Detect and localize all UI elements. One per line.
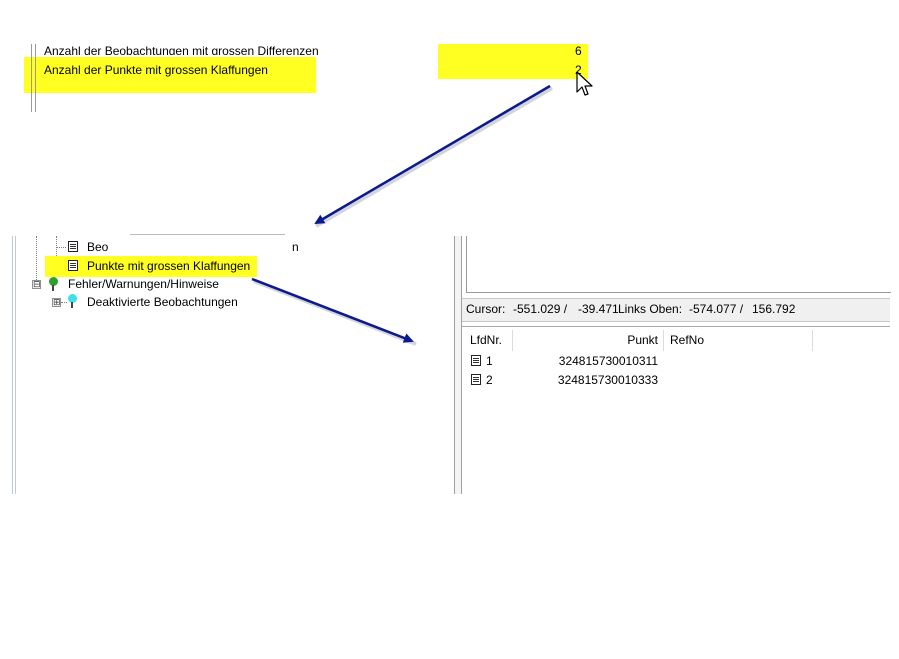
table-cell-punkt[interactable]: 324815730010333 xyxy=(540,373,658,387)
document-list-icon xyxy=(471,374,481,385)
arrow-to-grid xyxy=(251,277,414,343)
green-pin-icon xyxy=(49,277,58,291)
cursor-y-value: -39.471 xyxy=(578,302,619,316)
graphics-view[interactable] xyxy=(466,236,891,293)
tree-connector xyxy=(56,247,66,248)
tree-connector xyxy=(61,302,67,303)
arrow-to-tree xyxy=(314,84,551,225)
column-separator[interactable] xyxy=(512,330,513,351)
links-oben-label: Links Oben: xyxy=(618,302,683,316)
tree-item-label-suffix: n xyxy=(292,240,299,254)
links-oben-y-value: 156.792 xyxy=(752,302,796,316)
arrow-to-tree xyxy=(314,86,554,228)
tree-item-label[interactable]: Fehler/Warnungen/Hinweise xyxy=(68,277,219,291)
table-cell-lfdnr[interactable]: 2 xyxy=(486,373,493,387)
column-separator[interactable] xyxy=(812,330,813,351)
splitter[interactable] xyxy=(454,236,462,494)
tree-connector xyxy=(36,236,37,284)
cyan-pin-icon xyxy=(68,294,77,308)
cursor-x-value: -551.029 / xyxy=(513,302,568,316)
cursor-label: Cursor: xyxy=(466,302,506,316)
document-list-icon xyxy=(68,241,78,252)
tree-item-label[interactable]: Beo xyxy=(87,240,108,254)
column-header-lfdnr[interactable]: LfdNr. xyxy=(470,333,502,347)
tree-left-border xyxy=(12,236,16,494)
tree-item-label[interactable]: Punkte mit grossen Klaffungen xyxy=(87,259,250,273)
document-list-icon xyxy=(68,260,78,271)
tree-item-label[interactable]: Deaktivierte Beobachtungen xyxy=(87,295,238,309)
expand-icon[interactable]: ⊞ xyxy=(52,298,61,307)
collapse-icon[interactable]: ⊟ xyxy=(32,280,41,289)
table-cell-lfdnr[interactable]: 1 xyxy=(486,354,493,368)
column-header-refno[interactable]: RefNo xyxy=(670,333,704,347)
column-header-punkt[interactable]: Punkt xyxy=(600,333,658,347)
table-cell-punkt[interactable]: 324815730010311 xyxy=(540,354,658,368)
column-separator[interactable] xyxy=(663,330,664,351)
document-list-icon xyxy=(471,355,481,366)
links-oben-x-value: -574.077 / xyxy=(689,302,744,316)
